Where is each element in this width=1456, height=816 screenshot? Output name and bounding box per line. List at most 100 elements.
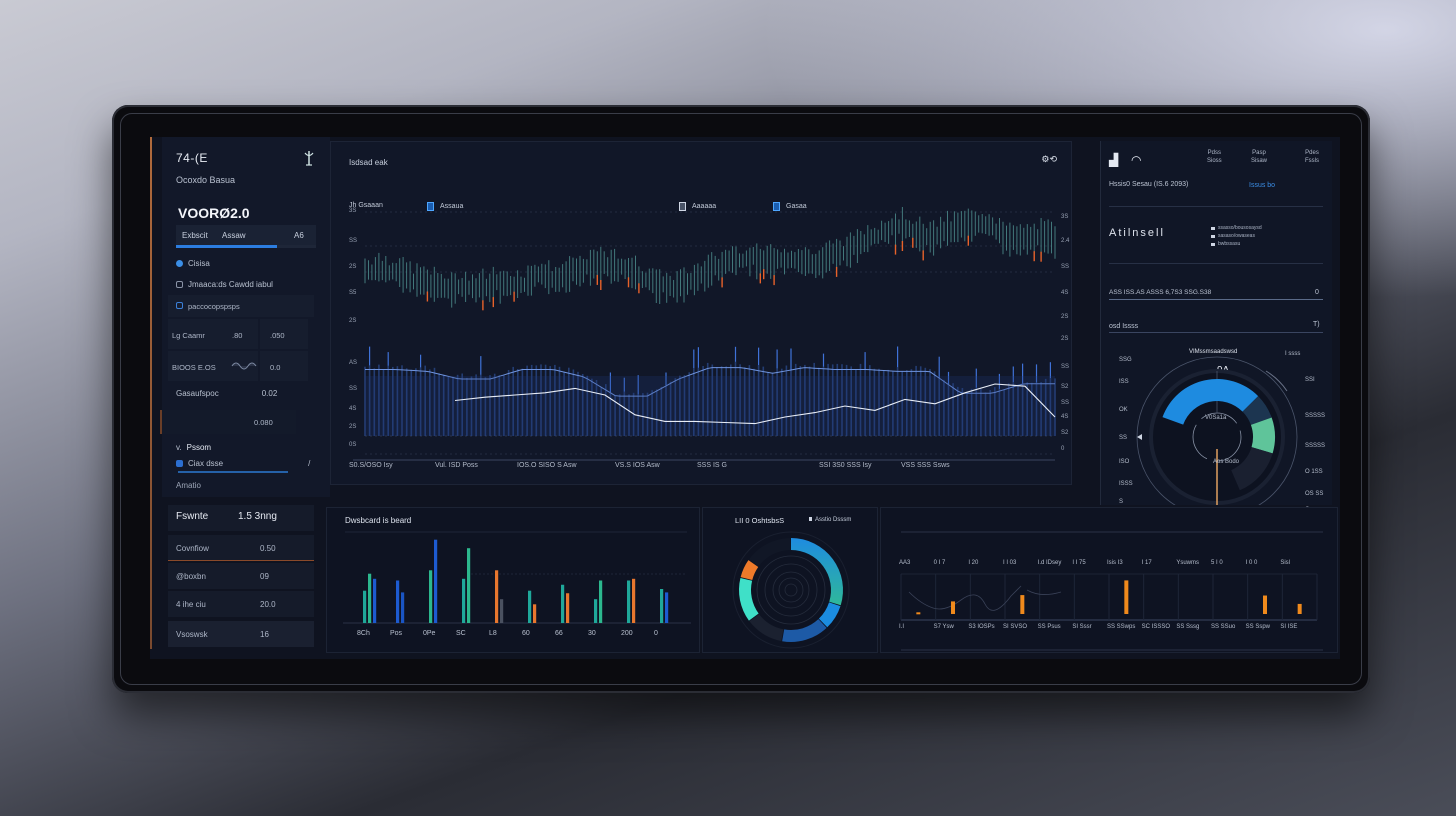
metric-row-value: T): [1313, 321, 1320, 328]
sidebar-item[interactable]: Jmaaca:ds Cawdd iabul: [176, 280, 273, 289]
thumb-icon[interactable]: ▟: [1109, 153, 1118, 167]
headset-icon[interactable]: ◠: [1131, 153, 1141, 167]
y-tick-left: S5: [349, 290, 357, 296]
bar: [462, 578, 466, 623]
checkbox-icon[interactable]: [176, 460, 183, 467]
table-row[interactable]: 4 ihe ciu 20.0: [168, 591, 314, 617]
y-tick-left: AS: [349, 360, 358, 366]
bar: [467, 548, 471, 623]
table-row[interactable]: Covnfiow 0.50: [168, 535, 314, 561]
sub-item[interactable]: Ciax dsse /: [176, 459, 310, 468]
x-tick: SSI 3S0 SSS Isy: [819, 462, 872, 469]
sub-item-prefix: v.: [176, 443, 182, 452]
sidebar-tab-3[interactable]: A6: [294, 231, 304, 240]
gauge-chart[interactable]: [1101, 341, 1333, 505]
donut-slice: [739, 577, 759, 621]
table-value: 0.50: [260, 544, 276, 553]
y-tick-right: 2S: [1061, 314, 1069, 320]
bar-x-tick: SC: [456, 630, 466, 637]
bar-chart-panel: Dwsbcard is beard 8Ch Pos 0Pe SC L8 60 66 30 200…: [326, 507, 700, 653]
y-tick-right: SS: [1061, 400, 1070, 406]
sidebar-subtitle: Ocoxdo Basua: [176, 175, 236, 185]
timeline-canvas[interactable]: [881, 508, 1339, 654]
antenna-icon[interactable]: [302, 149, 316, 167]
bar: [368, 573, 372, 623]
sidebar-tab-1[interactable]: Exbscit: [182, 231, 208, 240]
table-key: 4 ihe ciu: [176, 600, 206, 609]
bar: [533, 604, 537, 623]
right-panel-link[interactable]: Issus bo: [1249, 182, 1275, 189]
gauge-right-label: O 1SS: [1305, 469, 1323, 475]
metric-row-underline: [1109, 299, 1323, 300]
y-tick-left: 2S: [349, 424, 357, 430]
brand-label: 74-(E: [176, 151, 208, 165]
gauge-left-label: S: [1119, 499, 1124, 505]
y-tick-right: SS: [1061, 264, 1070, 270]
table-header-value: 1.5 3nng: [238, 511, 277, 522]
grid-cell: BIOOS E.OS: [168, 351, 258, 381]
gauge-inner-label: Aos Bodo: [1213, 459, 1240, 465]
table-row[interactable]: @boxbn 09: [168, 563, 314, 589]
bar: [363, 590, 367, 623]
bar-chart-canvas[interactable]: [327, 508, 701, 654]
gauge-right-label: SSSSS: [1305, 443, 1326, 449]
timeline-top-label: I I 03: [1003, 560, 1017, 566]
sidebar-item[interactable]: Cisisa: [176, 259, 210, 268]
monitor-frame: 74-(E Ocoxdo Basua VOORØ2.0 Exbscit Assa…: [112, 105, 1370, 693]
timeline-bottom-label: SS Sspw: [1245, 624, 1270, 630]
timeline-top-label: Sisl: [1280, 560, 1290, 566]
table-value: 09: [260, 572, 269, 581]
right-panel-heading: Hssis0 Sesau (IS.6 2093): [1109, 181, 1189, 188]
grid-cell: 0.0: [260, 351, 308, 381]
mini-stat: Pasp Sisaw: [1251, 150, 1268, 164]
timeline-top-label: Ysuwms: [1176, 560, 1199, 566]
timeline-top-label: I I 75: [1072, 560, 1086, 566]
bar: [500, 599, 504, 623]
wave-icon: [231, 362, 257, 370]
bar: [660, 589, 664, 623]
metric-row-label: ASS ISS.AS ASSS 6,7S3 SSG.S38: [1109, 289, 1212, 296]
bar: [401, 592, 405, 623]
checkbox-icon[interactable]: [176, 302, 183, 309]
grid-value: .80: [232, 331, 243, 340]
sub-item-label: Pssom: [186, 443, 212, 452]
donut-chart-canvas[interactable]: [703, 508, 879, 654]
bar: [665, 592, 669, 623]
table-value: 16: [260, 630, 269, 639]
table-key: @boxbn: [176, 572, 206, 581]
timeline-bar: [1297, 603, 1302, 614]
table-header: Fswnte 1.5 3nng: [168, 505, 314, 531]
sidebar-tab-2[interactable]: Assaw: [222, 231, 246, 240]
sidebar-item[interactable]: paccocopspsps: [168, 295, 314, 317]
right-panel: ▟ ◠ Pdss Sioss Pasp Sisaw Pdes Fssls Hssis0…: [1100, 141, 1333, 513]
bar: [495, 570, 499, 623]
bullet-item: bwbssasu: [1211, 241, 1262, 247]
sidebar: 74-(E Ocoxdo Basua VOORØ2.0 Exbscit Assa…: [160, 137, 332, 659]
metric-row-label: osd Issss: [1109, 323, 1139, 330]
mini-stat: Pdss Sioss: [1207, 150, 1222, 164]
bar: [528, 590, 532, 623]
stat-value: 0.02: [261, 389, 278, 398]
bar-x-tick: 8Ch: [357, 630, 370, 637]
gauge-center-label: V0Sa1a: [1205, 415, 1227, 421]
y-tick-right: 4S: [1061, 414, 1069, 420]
mini-stat: Pdes Fssls: [1305, 150, 1319, 164]
donut-slice: [748, 538, 791, 567]
table-row[interactable]: Vsoswsk 16: [168, 621, 314, 647]
donut-ring: [778, 577, 804, 603]
sidebar-item-label: Cisisa: [188, 259, 210, 268]
grid-label: BIOOS E.OS: [172, 363, 216, 372]
bar-x-tick: 30: [588, 630, 596, 637]
checkbox-icon[interactable]: [176, 281, 183, 288]
main-chart-canvas[interactable]: [331, 142, 1073, 486]
bar-x-tick: 0: [654, 630, 658, 637]
bar-x-tick: Pos: [390, 630, 403, 637]
timeline-bar: [951, 601, 955, 614]
y-tick-right: 2.4: [1061, 238, 1070, 244]
gauge-right-label: OS SS: [1305, 491, 1324, 497]
sub-item[interactable]: v. Pssom: [176, 443, 211, 452]
stat-row: Gasaufspoc 0.02: [176, 389, 277, 398]
y-tick-right: 4S: [1061, 290, 1069, 296]
timeline-bottom-label: SS Psus: [1037, 624, 1061, 630]
x-tick: VS.S IOS Asw: [615, 462, 660, 469]
